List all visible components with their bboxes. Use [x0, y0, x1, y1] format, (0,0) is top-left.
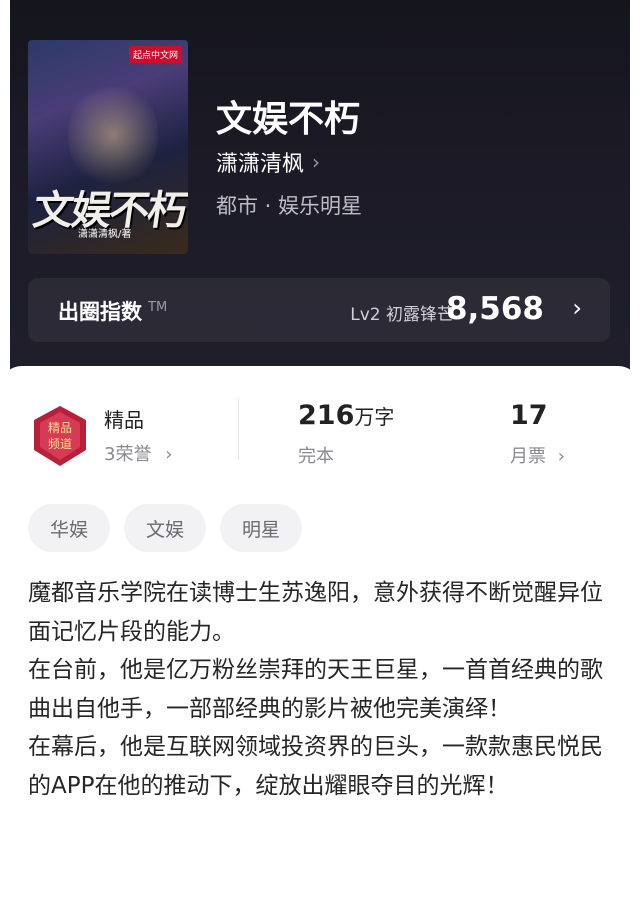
tag-item[interactable]: 文娱 [124, 504, 207, 552]
monthly-votes-count: 17 [510, 400, 548, 431]
popularity-index-bar[interactable]: 出圈指数 TM Lv2 初露锋芒 8,568 › [28, 278, 610, 342]
tag-list: 华娱 文娱 明星 [28, 504, 303, 552]
author-name: 潇潇清枫 [216, 152, 305, 177]
tag-item[interactable]: 华娱 [28, 504, 111, 552]
monthly-votes-link[interactable]: 月票 › [510, 442, 565, 468]
cover-author: 潇潇清枫/著 [78, 229, 132, 240]
description-paragraph: 魔都音乐学院在读博士生苏逸阳，意外获得不断觉醒异位面记忆片段的能力。 [28, 580, 603, 645]
author-link[interactable]: 潇潇清枫 › [216, 146, 320, 178]
publisher-logo: 起点中文网 [128, 46, 182, 63]
index-label: 出圈指数 TM [58, 300, 168, 324]
description-paragraph: 在幕后，他是互联网领域投资界的巨头，一款款惠民悦民的APP在他的推动下，绽放出耀… [28, 734, 603, 799]
book-description: 魔都音乐学院在读博士生苏逸阳，意外获得不断觉醒异位面记忆片段的能力。 在台前，他… [28, 574, 616, 805]
monthly-votes-label: 月票 [510, 446, 546, 467]
book-header: 起点中文网 文娱不朽 潇潇清枫/著 文娱不朽 潇潇清枫 › 都市 · 娱乐明星 … [0, 0, 640, 400]
word-count: 216万字 [298, 400, 395, 431]
index-score: 8,568 [445, 291, 544, 327]
book-title: 文娱不朽 [216, 98, 361, 140]
stat-divider [238, 398, 239, 460]
honors-link[interactable]: 3荣誉 › [104, 440, 172, 466]
book-cover[interactable]: 起点中文网 文娱不朽 潇潇清枫/著 [28, 40, 188, 254]
quality-label: 精品 [104, 408, 144, 432]
chevron-right-icon: › [572, 294, 582, 322]
svg-text:精品: 精品 [48, 421, 72, 435]
cover-art [68, 80, 158, 190]
quality-badge-icon[interactable]: 精品 频道 [30, 404, 90, 468]
svg-text:频道: 频道 [48, 437, 72, 451]
trademark-mark: TM [148, 300, 168, 315]
chevron-right-icon: › [165, 444, 173, 465]
honors-count: 3荣誉 [104, 444, 152, 465]
book-genre: 都市 · 娱乐明星 [216, 194, 363, 218]
detail-sheet: 精品 频道 精品 3荣誉 › 216万字 完本 17 月票 › 华娱 文娱 明星… [0, 366, 640, 915]
description-paragraph: 在台前，他是亿万粉丝崇拜的天王巨星，一首首经典的歌曲出自他手，一部部经典的影片被… [28, 657, 603, 722]
completion-status: 完本 [298, 446, 334, 467]
chevron-right-icon: › [557, 446, 565, 467]
left-edge [0, 0, 10, 400]
chevron-right-icon: › [312, 150, 321, 174]
tag-item[interactable]: 明星 [220, 504, 303, 552]
right-edge [630, 0, 640, 400]
index-level: Lv2 初露锋芒 [350, 305, 454, 325]
